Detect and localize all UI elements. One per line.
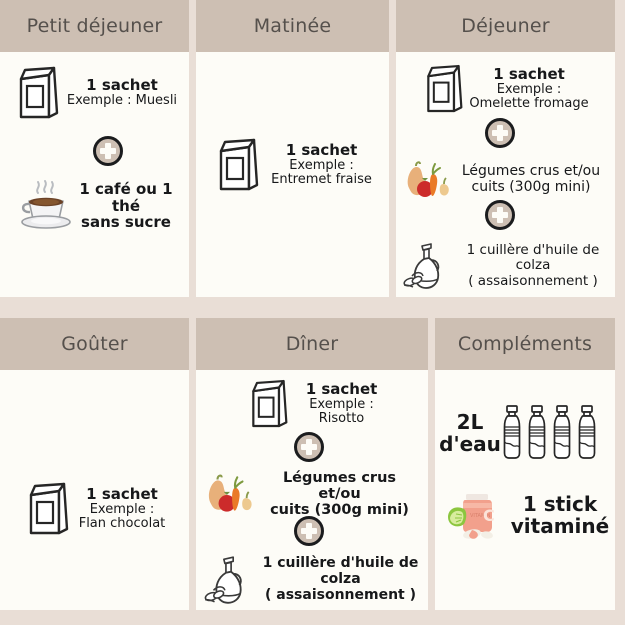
item-line: 1 sachet [305, 380, 378, 399]
item-line: 1 sachet [86, 485, 158, 504]
item-text: Légumes crus et/ou cuits (300g mini) [455, 164, 607, 195]
item-legumes[interactable]: Légumes crus et/ou cuits (300g mini) [398, 154, 612, 206]
item-line: thé [111, 196, 141, 215]
item-eau[interactable]: 2L d'eau [437, 402, 613, 464]
plus-badge-icon [294, 516, 324, 546]
card-header-dejeuner: Déjeuner [396, 0, 615, 52]
sachet-bag-icon [246, 378, 290, 430]
card-title: Dîner [285, 333, 339, 355]
item-sachet-flan[interactable]: 1 sachet Exemple : Flan chocolat [2, 474, 186, 544]
item-text: 1 cuillère d'huile de colza ( assaisonne… [257, 556, 425, 603]
sachet-bag-icon [213, 137, 261, 193]
item-line: 1 stick [522, 491, 598, 516]
item-text: 1 sachet Exemple : Flan chocolat [79, 486, 166, 532]
meal-plan-board: Petit déjeuner 1 sachet Exemple : Muesli [0, 0, 625, 625]
coffee-cup-icon [17, 179, 75, 233]
svg-text:C: C [483, 506, 495, 525]
item-line: Entremet fraise [271, 172, 372, 188]
item-line: cuits (300g mini) [270, 502, 409, 519]
card-header-matinee: Matinée [196, 0, 389, 52]
item-sachet-omelette[interactable]: 1 sachet Exemple : Omelette fromage [398, 58, 612, 120]
card-header-petit-dejeuner: Petit déjeuner [0, 0, 189, 52]
item-line: Exemple : [89, 501, 155, 517]
item-line: Risotto [318, 411, 365, 427]
sachet-bag-icon [23, 481, 71, 537]
item-line: Exemple : Muesli [66, 93, 178, 109]
card-title: Matinée [253, 15, 332, 37]
item-sachet-risotto[interactable]: 1 sachet Exemple : Risotto [198, 374, 425, 434]
item-line: 2L [456, 409, 484, 434]
card-gouter[interactable]: Goûter 1 sachet Exemple : Flan chocolat [0, 318, 189, 610]
item-line: 1 sachet [493, 65, 565, 84]
card-header-diner: Dîner [196, 318, 428, 370]
item-line: Exemple : [496, 81, 562, 97]
card-complements[interactable]: Compléments 2L d'eau VITAMIN C 1 stick v… [435, 318, 615, 610]
item-cafe-the[interactable]: 1 café ou 1 thé sans sucre [4, 170, 186, 242]
oil-bottle-icon [199, 551, 257, 609]
card-body-diner: 1 sachet Exemple : Risotto Légumes crus … [196, 370, 428, 610]
water-bottles-icon [501, 403, 611, 463]
item-text: Légumes crus et/ou cuits (300g mini) [260, 470, 420, 519]
vegetables-icon [204, 471, 256, 517]
card-title: Compléments [457, 333, 593, 355]
card-body-complements: 2L d'eau VITAMIN C 1 stick vitaminé [435, 370, 615, 610]
item-text: 1 sachet Exemple : Entremet fraise [271, 142, 372, 188]
item-line: Exemple : [309, 396, 374, 412]
item-line: ( assaisonnement ) [264, 586, 417, 603]
card-petit-dejeuner[interactable]: Petit déjeuner 1 sachet Exemple : Muesli [0, 0, 189, 297]
item-sachet-muesli[interactable]: 1 sachet Exemple : Muesli [4, 62, 186, 124]
item-line: 1 cuillère d'huile de [262, 555, 419, 572]
card-header-complements: Compléments [435, 318, 615, 370]
card-matinee[interactable]: Matinée 1 sachet Exemple : Entremet frai… [196, 0, 389, 297]
item-huile-colza[interactable]: 1 cuillère d'huile de colza ( assaisonne… [398, 236, 612, 296]
item-text: 2L d'eau [439, 409, 501, 456]
item-line: vitaminé [510, 514, 610, 538]
card-body-gouter: 1 sachet Exemple : Flan chocolat [0, 370, 189, 610]
sachet-bag-icon [421, 63, 465, 115]
item-line: 1 sachet [86, 76, 158, 95]
plus-badge-icon [485, 200, 515, 230]
item-text: 1 stick vitaminé [510, 491, 610, 538]
card-title: Déjeuner [461, 15, 550, 37]
card-body-matinee: 1 sachet Exemple : Entremet fraise [196, 52, 389, 297]
card-body-petit-dejeuner: 1 sachet Exemple : Muesli 1 café ou 1 th… [0, 52, 189, 297]
card-header-gouter: Goûter [0, 318, 189, 370]
item-line: 1 sachet [285, 141, 358, 160]
card-dejeuner[interactable]: Déjeuner 1 sachet Exemple : Omelette fro… [396, 0, 615, 297]
item-text: 1 cuillère d'huile de colza ( assaisonne… [454, 243, 612, 288]
oil-bottle-icon [398, 238, 454, 294]
item-line: Légumes crus et/ou [461, 163, 601, 180]
item-text: 1 café ou 1 thé sans sucre [79, 179, 173, 232]
card-diner[interactable]: Dîner 1 sachet Exemple : Risotto Légumes… [196, 318, 428, 610]
item-legumes[interactable]: Légumes crus et/ou cuits (300g mini) [198, 468, 425, 520]
item-huile-colza[interactable]: 1 cuillère d'huile de colza ( assaisonne… [198, 550, 425, 610]
plus-badge-icon [485, 118, 515, 148]
item-line: cuits (300g mini) [471, 179, 591, 195]
plus-badge-icon [294, 432, 324, 462]
item-line: colza [320, 571, 361, 588]
item-text: 1 sachet Exemple : Risotto [306, 381, 378, 427]
item-line: Omelette fromage [469, 96, 589, 112]
item-line: ( assaisonnement ) [468, 272, 598, 289]
item-line: 1 cuillère d'huile de [466, 242, 600, 259]
vitamin-jar-icon: VITAMIN C [440, 485, 506, 545]
item-line: sans sucre [81, 213, 171, 232]
item-text: 1 sachet Exemple : Muesli [67, 77, 177, 108]
card-title: Petit déjeuner [26, 15, 163, 37]
item-line: Légumes crus et/ou [282, 469, 397, 502]
item-line: Exemple : [289, 157, 354, 173]
vegetables-icon [403, 158, 453, 202]
card-title: Goûter [61, 333, 128, 355]
item-line: Flan chocolat [78, 516, 166, 532]
item-line: 1 café ou 1 [79, 179, 173, 198]
item-line: colza [515, 257, 551, 274]
card-body-dejeuner: 1 sachet Exemple : Omelette fromage Légu… [396, 52, 615, 297]
sachet-bag-icon [13, 65, 61, 121]
item-sachet-entremet[interactable]: 1 sachet Exemple : Entremet fraise [200, 130, 385, 200]
item-stick-vitamine[interactable]: VITAMIN C 1 stick vitaminé [437, 482, 613, 548]
item-line: d'eau [439, 432, 501, 456]
plus-badge-icon [93, 136, 123, 166]
item-text: 1 sachet Exemple : Omelette fromage [469, 66, 588, 112]
